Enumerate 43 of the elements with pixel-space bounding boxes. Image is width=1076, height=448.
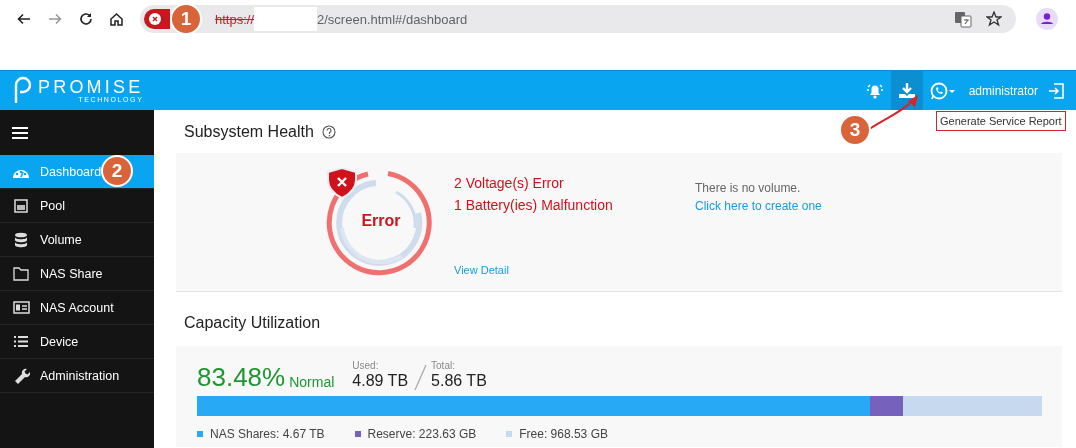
- panel-title: Subsystem Health: [184, 122, 314, 141]
- database-icon: [14, 231, 28, 248]
- home-icon[interactable]: [109, 11, 124, 27]
- usage-state: Normal: [289, 373, 335, 391]
- download-button[interactable]: [890, 71, 923, 110]
- translate-icon[interactable]: [954, 10, 972, 28]
- back-icon[interactable]: [16, 12, 31, 26]
- folder-icon: [13, 265, 29, 282]
- logout-icon[interactable]: [1048, 82, 1064, 99]
- legend-label: NAS Shares: 4.67 TB: [210, 427, 325, 441]
- forward-icon[interactable]: [47, 12, 62, 26]
- list-icon: [13, 334, 29, 349]
- legend-label: Free: 968.53 GB: [519, 427, 608, 441]
- alert-message: 1 Battery(ies) Malfunction: [454, 196, 614, 215]
- used-label: Used:: [352, 360, 380, 371]
- menu-icon[interactable]: [12, 125, 28, 140]
- reload-icon[interactable]: [78, 12, 93, 26]
- help-icon[interactable]: [321, 124, 336, 139]
- alert-message: 2 Voltage(s) Error: [454, 174, 565, 193]
- panel-title: Capacity Utilization: [183, 312, 322, 333]
- used-value: 4.89 TB: [352, 371, 409, 391]
- tooltip: Generate Service Report: [936, 111, 1066, 131]
- step-number-badge: 1: [170, 3, 202, 35]
- grid-icon: [14, 198, 28, 213]
- total-value: 5.86 TB: [431, 371, 487, 391]
- no-volume-text: There is no volume.: [695, 180, 802, 197]
- brand-name: PROMISE: [38, 77, 144, 96]
- chat-icon: [929, 81, 956, 100]
- url-scheme[interactable]: https://: [215, 11, 255, 27]
- url-text[interactable]: 2/screen.html#/dashboard: [317, 11, 954, 27]
- legend-label: Reserve: 223.63 GB: [367, 427, 477, 441]
- profile-icon[interactable]: [1036, 8, 1058, 30]
- usage-percent: 83.48%: [197, 363, 286, 391]
- star-icon[interactable]: [986, 11, 1002, 27]
- step-number-badge: 2: [101, 155, 133, 187]
- error-icon: [149, 13, 161, 25]
- not-secure-chip[interactable]: [144, 9, 170, 29]
- id-card-icon: [12, 300, 30, 315]
- status-label: Error: [360, 212, 402, 230]
- sidebar-item[interactable]: Dashboard 2: [0, 155, 154, 189]
- download-icon: [897, 82, 916, 99]
- slash-icon: [414, 364, 428, 391]
- total-label: Total:: [431, 360, 456, 371]
